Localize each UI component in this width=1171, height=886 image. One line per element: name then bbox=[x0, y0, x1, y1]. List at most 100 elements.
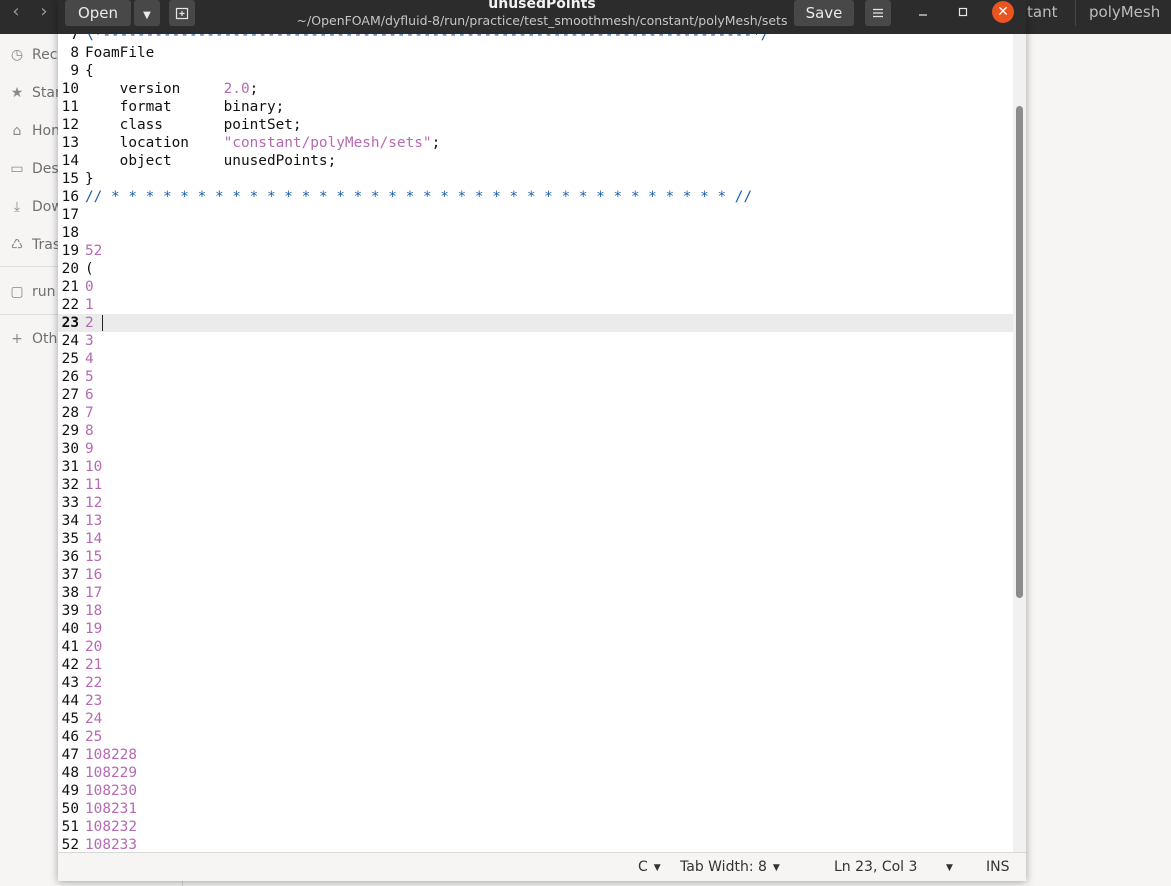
code-line[interactable]: 9{ bbox=[58, 62, 1013, 80]
code-line[interactable]: 39 18 bbox=[58, 602, 1013, 620]
sidebar-item-recent[interactable]: ◷ Rec bbox=[8, 43, 58, 67]
code-line[interactable]: 51 108232 bbox=[58, 818, 1013, 836]
code-line[interactable]: 21 0 bbox=[58, 278, 1013, 296]
line-text: 108229 bbox=[85, 764, 137, 782]
insert-mode-indicator[interactable]: INS bbox=[986, 853, 1010, 881]
code-line[interactable]: 10 version 2.0; bbox=[58, 80, 1013, 98]
comment-token: \*--------------------------------------… bbox=[85, 34, 770, 43]
code-line[interactable]: 42 21 bbox=[58, 656, 1013, 674]
code-line[interactable]: 26 5 bbox=[58, 368, 1013, 386]
text-editor-area[interactable]: 7 \*-------------------------------------… bbox=[58, 34, 1013, 852]
code-line[interactable]: 29 8 bbox=[58, 422, 1013, 440]
save-button[interactable]: Save bbox=[794, 0, 854, 26]
code-line[interactable]: 18 bbox=[58, 224, 1013, 242]
code-line[interactable]: 31 10 bbox=[58, 458, 1013, 476]
literal-token: 20 bbox=[85, 639, 103, 655]
forward-arrow-icon[interactable]: › bbox=[30, 0, 58, 26]
sidebar-item-label: run bbox=[32, 284, 56, 300]
code-line[interactable]: 40 19 bbox=[58, 620, 1013, 638]
code-line[interactable]: 44 23 bbox=[58, 692, 1013, 710]
code-line[interactable]: 17 bbox=[58, 206, 1013, 224]
code-line[interactable]: 38 17 bbox=[58, 584, 1013, 602]
line-number: 19 bbox=[61, 243, 79, 259]
code-line[interactable]: 32 11 bbox=[58, 476, 1013, 494]
code-line[interactable]: 27 6 bbox=[58, 386, 1013, 404]
star-icon: ★ bbox=[10, 85, 24, 101]
sidebar-item-trash[interactable]: ♺ Tras bbox=[8, 233, 60, 257]
literal-token: 11 bbox=[85, 477, 103, 493]
code-line[interactable]: 48 108229 bbox=[58, 764, 1013, 782]
breadcrumb-constant[interactable]: tant bbox=[1027, 0, 1057, 26]
line-number: 29 bbox=[61, 423, 79, 439]
line-number: 24 bbox=[61, 333, 79, 349]
code-line[interactable]: 14 object unusedPoints; bbox=[58, 152, 1013, 170]
language-label: C bbox=[638, 859, 648, 875]
line-text: 15 bbox=[85, 548, 102, 566]
tab-width-selector[interactable]: Tab Width: 8 ▼ bbox=[680, 853, 780, 881]
text-cursor bbox=[102, 315, 103, 331]
literal-token: 21 bbox=[85, 657, 103, 673]
maximize-button[interactable] bbox=[951, 0, 975, 24]
code-line[interactable]: 30 9 bbox=[58, 440, 1013, 458]
line-number: 39 bbox=[61, 603, 79, 619]
code-line[interactable]: 37 16 bbox=[58, 566, 1013, 584]
code-token: ( bbox=[85, 261, 94, 277]
code-line[interactable]: 7 \*-------------------------------------… bbox=[58, 34, 1013, 44]
new-tab-button[interactable] bbox=[169, 0, 195, 26]
hamburger-menu-button[interactable] bbox=[865, 0, 891, 26]
chevron-down-icon: ▼ bbox=[653, 863, 661, 873]
code-token: } bbox=[85, 171, 94, 187]
line-text: 24 bbox=[85, 710, 102, 728]
scrollbar-thumb[interactable] bbox=[1016, 106, 1023, 598]
sidebar-item-downloads[interactable]: ⤓ Dow bbox=[8, 195, 63, 219]
code-line[interactable]: 46 25 bbox=[58, 728, 1013, 746]
close-button[interactable]: ✕ bbox=[992, 1, 1014, 23]
language-selector[interactable]: C ▼ bbox=[638, 853, 661, 881]
breadcrumb-divider bbox=[1075, 0, 1076, 26]
code-line[interactable]: 43 22 bbox=[58, 674, 1013, 692]
code-line[interactable]: 41 20 bbox=[58, 638, 1013, 656]
sidebar-item-starred[interactable]: ★ Star bbox=[8, 81, 61, 105]
code-line[interactable]: 33 12 bbox=[58, 494, 1013, 512]
code-line[interactable]: 34 13 bbox=[58, 512, 1013, 530]
sidebar-item-run[interactable]: ▢ run bbox=[8, 280, 56, 304]
sidebar-item-other-locations[interactable]: + Oth bbox=[8, 327, 57, 351]
code-line[interactable]: 52 108233 bbox=[58, 836, 1013, 852]
code-line[interactable]: 8 FoamFile bbox=[58, 44, 1013, 62]
vertical-scrollbar[interactable] bbox=[1013, 34, 1026, 852]
code-line[interactable]: 20 ( bbox=[58, 260, 1013, 278]
sidebar-item-home[interactable]: ⌂ Hon bbox=[8, 119, 60, 143]
code-line[interactable]: 49 108230 bbox=[58, 782, 1013, 800]
code-line[interactable]: 16 // * * * * * * * * * * * * * * * * * *… bbox=[58, 188, 1013, 206]
breadcrumb-polymesh[interactable]: polyMesh bbox=[1089, 0, 1160, 26]
literal-token: 13 bbox=[85, 513, 103, 529]
open-button[interactable]: Open bbox=[65, 0, 131, 26]
minimize-button[interactable] bbox=[911, 0, 935, 24]
code-line[interactable]: 36 15 bbox=[58, 548, 1013, 566]
open-dropdown-button[interactable]: ▼ bbox=[134, 0, 160, 26]
back-arrow-icon[interactable]: ‹ bbox=[2, 0, 30, 26]
code-line[interactable]: 13 location "constant/polyMesh/sets"; bbox=[58, 134, 1013, 152]
code-line[interactable]: 11 format binary; bbox=[58, 98, 1013, 116]
code-line[interactable]: 12 class pointSet; bbox=[58, 116, 1013, 134]
line-text: format binary; bbox=[85, 98, 285, 116]
current-line[interactable]: 23 2 bbox=[58, 314, 1013, 332]
sidebar-item-label: Star bbox=[32, 85, 61, 101]
code-line[interactable]: 25 4 bbox=[58, 350, 1013, 368]
code-line[interactable]: 28 7 bbox=[58, 404, 1013, 422]
code-line[interactable]: 45 24 bbox=[58, 710, 1013, 728]
code-line[interactable]: 47 108228 bbox=[58, 746, 1013, 764]
line-number: 42 bbox=[61, 657, 79, 673]
code-line[interactable]: 24 3 bbox=[58, 332, 1013, 350]
code-token: object unusedPoints; bbox=[85, 153, 337, 169]
code-line[interactable]: 35 14 bbox=[58, 530, 1013, 548]
code-line[interactable]: 15} bbox=[58, 170, 1013, 188]
literal-token: 9 bbox=[85, 441, 94, 457]
line-number: 23 bbox=[61, 315, 79, 331]
code-line[interactable]: 50 108231 bbox=[58, 800, 1013, 818]
code-line[interactable]: 22 1 bbox=[58, 296, 1013, 314]
sidebar-item-desktop[interactable]: ▭ Des bbox=[8, 157, 58, 181]
code-line[interactable]: 19 52 bbox=[58, 242, 1013, 260]
position-dropdown-button[interactable]: ▼ bbox=[946, 853, 953, 881]
cursor-position-selector[interactable]: Ln 23, Col 3 bbox=[834, 853, 917, 881]
